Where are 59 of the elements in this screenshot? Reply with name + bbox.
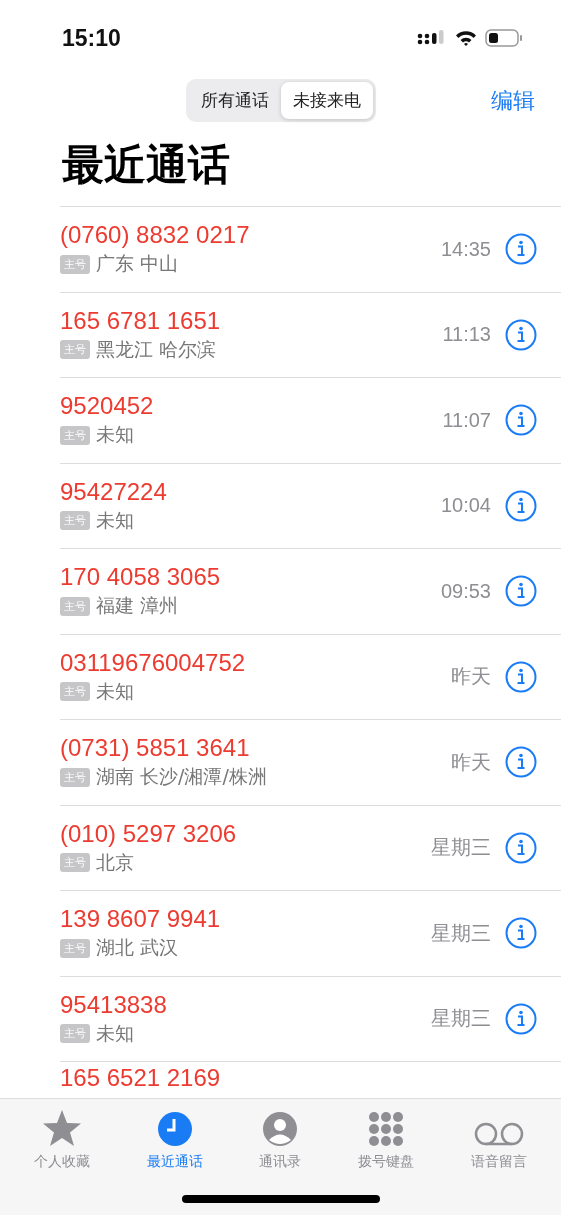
info-icon[interactable] <box>505 917 537 950</box>
clock-icon <box>156 1111 193 1147</box>
segment-tab[interactable]: 所有通话 <box>188 81 281 119</box>
call-time: 09:53 <box>440 579 491 603</box>
call-location: 未知 <box>96 1020 134 1046</box>
info-icon[interactable] <box>505 1002 537 1035</box>
call-time: 昨天 <box>451 664 491 690</box>
phone-number: 165 6521 2169 <box>60 1065 221 1091</box>
info-icon[interactable] <box>505 831 537 864</box>
phone-number: 9520452 <box>60 392 154 421</box>
call-time: 星期三 <box>431 835 491 861</box>
phone-number: (0731) 5851 3641 <box>60 734 250 763</box>
info-icon[interactable] <box>505 489 537 522</box>
status-time: 15:10 <box>62 24 121 52</box>
phone-number: (0760) 8832 0217 <box>60 221 250 250</box>
phone-number: 95427224 <box>60 477 167 506</box>
info-icon[interactable] <box>505 404 537 437</box>
call-location: 湖南 长沙/湘潭/株洲 <box>96 764 267 790</box>
call-location: 未知 <box>96 422 134 448</box>
info-icon[interactable] <box>505 660 537 693</box>
phone-number: 95413838 <box>60 990 167 1019</box>
info-icon[interactable] <box>505 575 537 608</box>
call-time: 11:13 <box>442 323 491 347</box>
info-icon[interactable] <box>505 746 537 779</box>
phone-number: (010) 5297 3206 <box>60 819 237 848</box>
voicemail-icon <box>473 1121 524 1147</box>
tab-item[interactable]: 最近通话 <box>146 1107 203 1171</box>
call-time: 11:07 <box>442 408 491 432</box>
call-time: 14:35 <box>440 237 491 261</box>
call-location: 湖北 武汉 <box>96 935 179 961</box>
call-location: 未知 <box>96 678 134 704</box>
signal-icon <box>417 30 447 46</box>
call-time: 昨天 <box>451 749 491 775</box>
battery-icon <box>485 29 523 47</box>
edit-button[interactable]: 编辑 <box>489 84 537 118</box>
info-icon[interactable] <box>505 233 537 266</box>
phone-number: 03119676004752 <box>60 648 246 677</box>
page-title: 最近通话 <box>62 140 230 191</box>
contact-icon <box>262 1111 299 1147</box>
tab-item[interactable]: 拨号键盘 <box>358 1107 415 1171</box>
call-time: 星期三 <box>431 1006 491 1032</box>
keypad-icon <box>368 1111 405 1147</box>
segment-tab[interactable]: 未接来电 <box>280 81 373 119</box>
call-location: 黑龙江 哈尔滨 <box>96 336 217 362</box>
call-location: 北京 <box>96 849 134 875</box>
star-icon <box>42 1109 83 1147</box>
call-time: 星期三 <box>431 920 491 946</box>
info-icon[interactable] <box>505 318 537 351</box>
call-location: 未知 <box>96 507 134 533</box>
call-time: 10:04 <box>440 494 491 518</box>
call-location: 广东 中山 <box>96 251 179 277</box>
phone-number: 170 4058 3065 <box>60 563 221 592</box>
phone-number: 165 6781 1651 <box>60 306 221 335</box>
tab-item[interactable]: 通讯录 <box>259 1107 302 1171</box>
wifi-icon <box>455 30 477 46</box>
tab-item[interactable]: 个人收藏 <box>34 1107 91 1171</box>
call-location: 福建 漳州 <box>96 593 179 619</box>
phone-number: 139 8607 9941 <box>60 905 221 934</box>
tab-item[interactable]: 语音留言 <box>470 1107 527 1171</box>
